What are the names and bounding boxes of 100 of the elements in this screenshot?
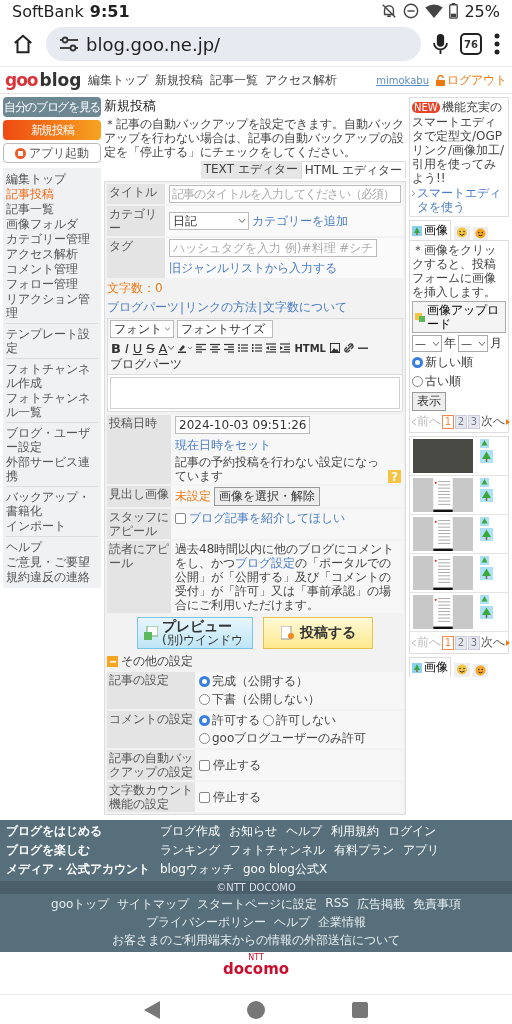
header-nav-link[interactable]: アクセス解析 — [265, 71, 338, 89]
sidebar-item[interactable]: フォトチャンネル一覧 — [6, 391, 98, 419]
page-number[interactable]: 3 — [468, 414, 480, 429]
radio-option[interactable]: gooブログユーザーのみ許可 — [199, 730, 367, 747]
radio-option[interactable]: 下書（公開しない） — [199, 691, 320, 708]
next-page-link[interactable]: 次へ — [481, 634, 510, 651]
footer-link[interactable]: ログイン — [388, 823, 436, 840]
sidebar-item[interactable]: 画像フォルダ — [6, 217, 98, 231]
footer-heading[interactable]: メディア・公式アカウント — [6, 861, 156, 878]
radio-button[interactable] — [199, 694, 210, 705]
post-button[interactable]: 投稿する — [263, 617, 373, 649]
month-select[interactable]: — — [458, 335, 488, 352]
image-button[interactable] — [327, 340, 342, 356]
menu-icon[interactable] — [494, 33, 500, 55]
footer-link[interactable]: ヘルプ — [286, 823, 322, 840]
page-number[interactable]: 2 — [455, 635, 467, 650]
view-my-blog-button[interactable]: 自分のブログを見る — [3, 97, 101, 117]
username-link[interactable]: mimokabu — [376, 74, 429, 86]
radio-button[interactable] — [412, 376, 423, 387]
launch-app-button[interactable]: アプリ起動 — [3, 143, 101, 163]
sort-option[interactable]: 古い順 — [412, 373, 461, 390]
sidebar-item[interactable]: コメント管理 — [6, 262, 98, 276]
radio-option[interactable]: 完成（公開する） — [199, 673, 308, 690]
outdent-button[interactable] — [264, 340, 279, 356]
checkbox[interactable] — [175, 513, 186, 524]
page-number[interactable]: 3 — [468, 635, 480, 650]
sidebar-item[interactable]: フォロー管理 — [6, 277, 98, 291]
sort-option[interactable]: 新しい順 — [412, 354, 473, 371]
footer-link[interactable]: gooトップ — [51, 896, 110, 913]
panel-tab[interactable]: 画像 — [409, 657, 451, 677]
checkbox[interactable] — [199, 791, 210, 803]
panel-tab[interactable] — [454, 226, 470, 240]
sidebar-item[interactable]: アクセス解析 — [6, 247, 98, 261]
header-nav-link[interactable]: 新規投稿 — [155, 71, 204, 89]
italic-button[interactable]: I — [122, 340, 131, 356]
sidebar-item[interactable]: テンプレート設定 — [6, 327, 98, 355]
docomo-logo[interactable]: NTT docomo — [222, 954, 290, 977]
tune-icon[interactable] — [60, 36, 78, 52]
underline-button[interactable]: U — [130, 340, 145, 356]
html-button[interactable]: HTML — [292, 340, 328, 356]
header-nav-link[interactable]: 記事一覧 — [210, 71, 259, 89]
footer-link[interactable]: フォトチャンネル — [229, 842, 325, 859]
blog-settings-link[interactable]: ブログ設定 — [235, 556, 295, 570]
sidebar-item[interactable]: カテゴリー管理 — [6, 232, 98, 246]
next-page-link[interactable]: 次へ — [481, 413, 510, 430]
footer-link[interactable]: サイトマップ — [117, 896, 190, 913]
screenshot-thumbnail[interactable] — [433, 517, 453, 551]
footer-link[interactable]: 有料プラン — [334, 842, 394, 859]
footer-link[interactable]: アプリ — [403, 842, 439, 859]
panel-tab[interactable] — [473, 227, 488, 240]
radio-button[interactable] — [199, 676, 210, 687]
text-color-button[interactable]: A — [156, 340, 177, 356]
footer-link[interactable]: ランキング — [160, 842, 220, 859]
footer-link[interactable]: 利用規約 — [331, 823, 379, 840]
bold-button[interactable]: B — [109, 340, 123, 356]
footer-link[interactable]: 広告掲載 — [356, 896, 405, 913]
help-link[interactable]: ブログパーツ — [107, 299, 179, 316]
footer-heading[interactable]: ブログをはじめる — [6, 823, 156, 840]
site-logo[interactable]: gooblog — [5, 70, 82, 90]
back-icon[interactable] — [143, 1000, 160, 1019]
footer-link[interactable]: goo blog公式X — [242, 861, 328, 878]
panel-tab[interactable]: 画像 — [409, 220, 451, 240]
indent-button[interactable] — [278, 340, 293, 356]
editor-tab[interactable]: TEXT エディター — [200, 161, 301, 179]
help-link[interactable]: 文字数について — [263, 299, 348, 316]
footer-link[interactable]: スタートページに設定 — [197, 896, 318, 913]
link-button[interactable] — [341, 340, 356, 356]
panel-tab[interactable] — [473, 664, 488, 677]
recent-apps-icon[interactable] — [352, 1001, 369, 1018]
screenshot-thumbnail[interactable] — [433, 595, 453, 629]
external-transmission-link[interactable]: お客さまのご利用端末からの情報の外部送信について — [112, 933, 400, 947]
footer-link[interactable]: お知らせ — [229, 823, 277, 840]
footer-heading[interactable]: ブログを楽しむ — [6, 842, 156, 859]
sidebar-item[interactable]: バックアップ・書籍化 — [6, 490, 98, 518]
page-number[interactable]: 2 — [455, 414, 467, 429]
header-nav-link[interactable]: 編集トップ — [88, 71, 149, 89]
select-image-button[interactable]: 画像を選択・解除 — [214, 487, 320, 506]
footer-link[interactable]: 企業情報 — [318, 914, 366, 931]
footer-link[interactable]: RSS — [325, 896, 349, 913]
year-select[interactable]: — — [412, 335, 442, 352]
sidebar-item[interactable]: インポート — [6, 519, 98, 533]
font-select[interactable]: フォント — [110, 320, 174, 338]
sidebar-item[interactable]: 外部サービス連携 — [6, 455, 98, 483]
radio-button[interactable] — [199, 715, 210, 726]
panel-tab[interactable] — [454, 663, 470, 677]
add-category-link[interactable]: カテゴリーを追加 — [252, 212, 348, 230]
sidebar-item[interactable]: 編集トップ — [6, 172, 98, 186]
sidebar-item[interactable]: リアクション管理 — [6, 292, 98, 320]
address-bar[interactable]: blog.goo.ne.jp/ — [46, 27, 421, 61]
radio-button[interactable] — [263, 715, 274, 726]
genre-list-link[interactable]: 旧ジャンルリストから入力する — [169, 260, 337, 277]
sidebar-item[interactable]: ブログ・ユーザー設定 — [6, 426, 98, 454]
footer-link[interactable]: 免責事項 — [412, 896, 461, 913]
footer-link[interactable]: プライバシーポリシー — [146, 914, 266, 931]
strikethrough-button[interactable]: S — [144, 340, 157, 356]
sidebar-item[interactable]: フォトチャンネル作成 — [6, 362, 98, 390]
sidebar-item[interactable]: ご意見・ご要望 — [6, 555, 98, 569]
sidebar-item[interactable]: ヘルプ — [6, 540, 98, 554]
radio-button[interactable] — [199, 733, 210, 744]
radio-option[interactable]: 許可する — [199, 712, 260, 729]
